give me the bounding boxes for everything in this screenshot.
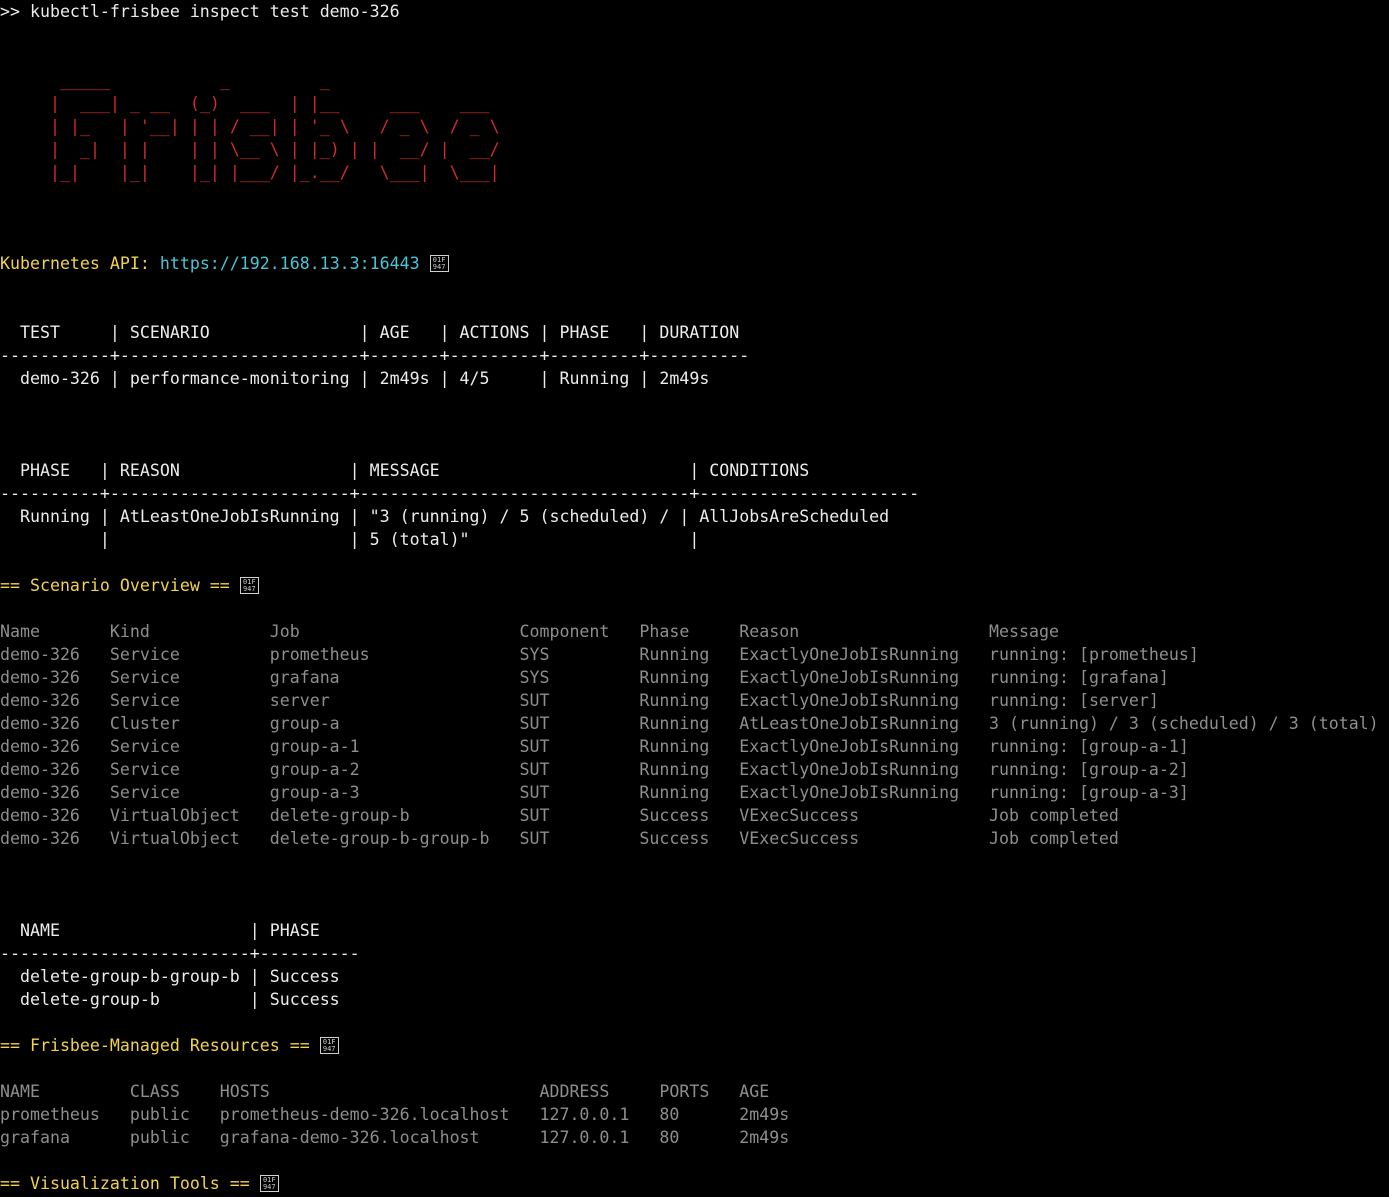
virtual-table-row: delete-group-b-group-b | Success <box>0 967 340 986</box>
scenario-row: demo-326 Service group-a-1 SUT Running E… <box>0 737 1189 756</box>
phase-table-rule: ----------+------------------------+----… <box>0 484 920 503</box>
visualization-heading: == Visualization Tools == <box>0 1174 250 1193</box>
virtual-table-rule: -------------------------+---------- <box>0 944 360 963</box>
scenario-row: demo-326 Cluster group-a SUT Running AtL… <box>0 714 1379 733</box>
test-table-header: TEST | SCENARIO | AGE | ACTIONS | PHASE … <box>0 323 740 342</box>
visualization-heading-line: == Visualization Tools == 01F 947 <box>0 1172 279 1195</box>
test-table-rule: -----------+------------------------+---… <box>0 346 750 365</box>
virtual-table-header: NAME | PHASE <box>0 921 320 940</box>
api-label: Kubernetes API: <box>0 254 150 273</box>
command-line: >> kubectl-frisbee inspect test demo-326 <box>0 2 400 21</box>
scenario-overview-heading-line: == Scenario Overview == 01F 947 <box>0 574 259 597</box>
scenario-row: demo-326 VirtualObject delete-group-b-gr… <box>0 829 1119 848</box>
missing-emoji-glyph-icon: 01F 947 <box>259 1175 279 1192</box>
resource-row: prometheus public prometheus-demo-326.lo… <box>0 1105 790 1124</box>
virtual-table-row: delete-group-b | Success <box>0 990 340 1009</box>
scenario-row: demo-326 Service group-a-2 SUT Running E… <box>0 760 1189 779</box>
resources-heading: == Frisbee-Managed Resources == <box>0 1036 310 1055</box>
missing-emoji-glyph-icon: 01F 947 <box>239 577 259 594</box>
scenario-row: demo-326 VirtualObject delete-group-b SU… <box>0 806 1119 825</box>
scenario-overview-heading: == Scenario Overview == <box>0 576 230 595</box>
missing-emoji-glyph-icon: 01F 947 <box>429 255 449 272</box>
scenario-row: demo-326 Service prometheus SYS Running … <box>0 645 1199 664</box>
test-table-row: demo-326 | performance-monitoring | 2m49… <box>0 369 710 388</box>
phase-table-row: Running | AtLeastOneJobIsRunning | "3 (r… <box>0 507 890 526</box>
resources-table-columns: NAME CLASS HOSTS ADDRESS PORTS AGE <box>0 1082 770 1101</box>
frisbee-ascii-banner: _____ _ _ | ___| _ __ (_) ___ | |__ ___ … <box>50 71 500 182</box>
scenario-row: demo-326 Service grafana SYS Running Exa… <box>0 668 1169 687</box>
terminal-window: >> kubectl-frisbee inspect test demo-326… <box>0 0 1389 1197</box>
scenario-row: demo-326 Service group-a-3 SUT Running E… <box>0 783 1189 802</box>
scenario-table-columns: Name Kind Job Component Phase Reason Mes… <box>0 622 1059 641</box>
resources-heading-line: == Frisbee-Managed Resources == 01F 947 <box>0 1034 339 1057</box>
missing-emoji-glyph-icon: 01F 947 <box>319 1037 339 1054</box>
scenario-row: demo-326 Service server SUT Running Exac… <box>0 691 1159 710</box>
resource-row: grafana public grafana-demo-326.localhos… <box>0 1128 790 1147</box>
api-url-link[interactable]: https://192.168.13.3:16443 <box>160 254 420 273</box>
api-line: Kubernetes API: https://192.168.13.3:164… <box>0 252 449 275</box>
phase-table-header: PHASE | REASON | MESSAGE | CONDITIONS <box>0 461 810 480</box>
phase-table-row-continuation: | | 5 (total)" | <box>0 530 700 549</box>
